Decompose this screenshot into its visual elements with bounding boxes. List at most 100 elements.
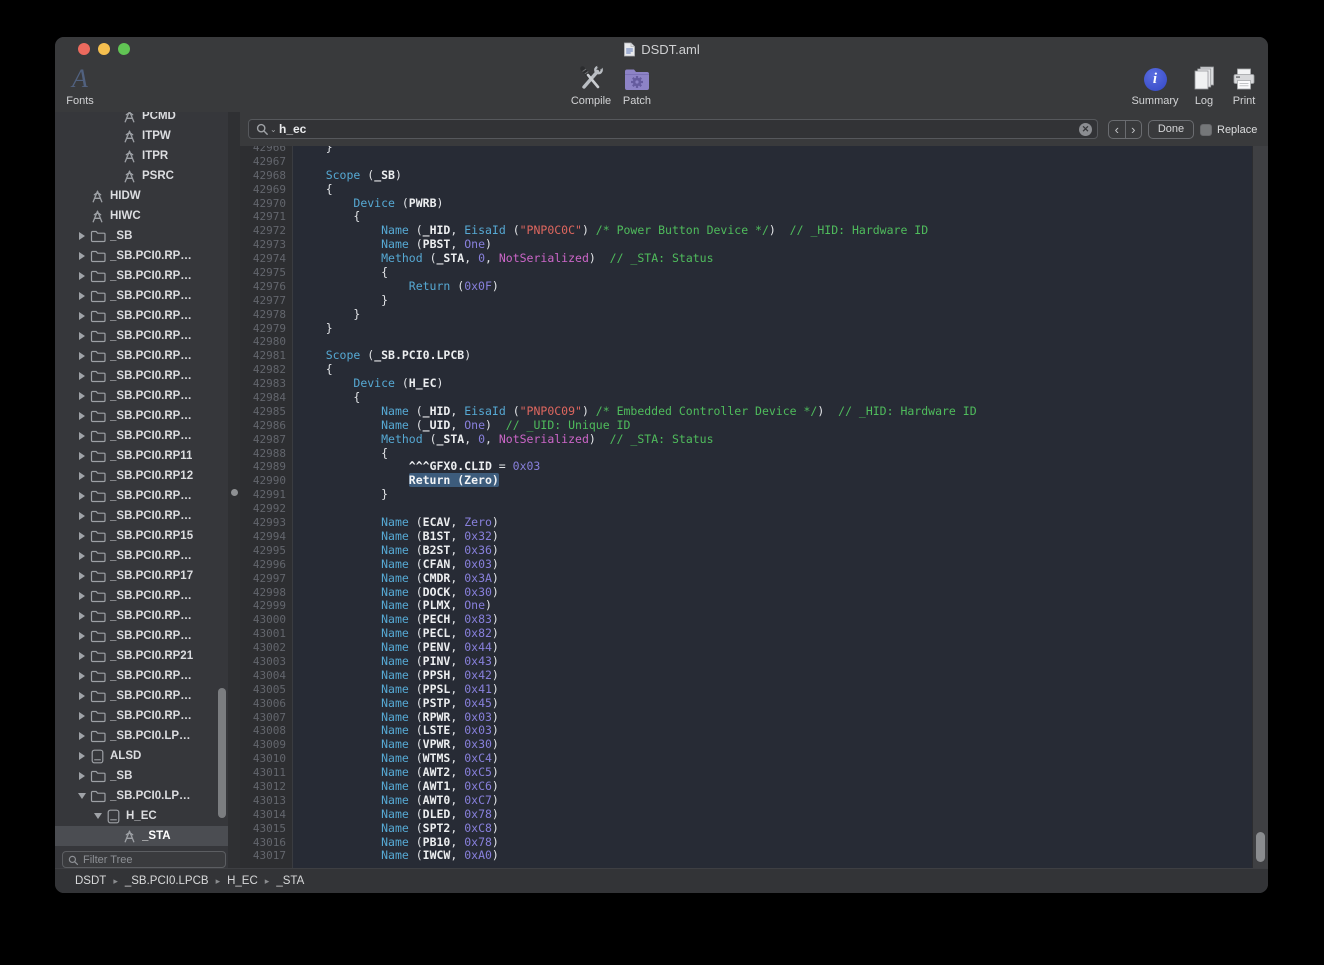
tree-item[interactable]: _SB — [55, 226, 228, 246]
tree-item[interactable]: _SB.PCI0.RP… — [55, 406, 228, 426]
code-line[interactable]: 42978 } — [240, 308, 1252, 322]
tree-item[interactable]: _SB — [55, 766, 228, 786]
fonts-button[interactable]: A Fonts — [55, 63, 109, 109]
disclosure-triangle-icon[interactable] — [75, 746, 89, 766]
code-line[interactable]: 43013 Name (AWT0, 0xC7) — [240, 794, 1252, 808]
tree-item[interactable]: _SB.PCI0.RP11 — [55, 446, 228, 466]
tree-item[interactable]: H_EC — [55, 806, 228, 826]
code-line[interactable]: 42970 Device (PWRB) — [240, 197, 1252, 211]
disclosure-triangle-icon[interactable] — [75, 486, 89, 506]
previous-match-button[interactable]: ‹ — [1109, 121, 1126, 138]
disclosure-triangle-icon[interactable] — [75, 666, 89, 686]
tree-item[interactable]: HIWC — [55, 206, 228, 226]
tree-item[interactable]: _SB.PCI0.RP… — [55, 506, 228, 526]
code-line[interactable]: 42972 Name (_HID, EisaId ("PNP0C0C") /* … — [240, 224, 1252, 238]
code-line[interactable]: 42967 — [240, 155, 1252, 169]
disclosure-triangle-icon[interactable] — [75, 786, 89, 806]
disclosure-triangle-icon[interactable] — [75, 326, 89, 346]
disclosure-triangle-icon[interactable] — [75, 386, 89, 406]
tree-item[interactable]: _SB.PCI0.RP… — [55, 426, 228, 446]
code-line[interactable]: 43002 Name (PENV, 0x44) — [240, 641, 1252, 655]
tree-item[interactable]: PSRC — [55, 166, 228, 186]
code-line[interactable]: 42989 ^^^GFX0.CLID = 0x03 — [240, 460, 1252, 474]
disclosure-triangle-icon[interactable] — [75, 686, 89, 706]
code-line[interactable]: 42998 Name (DOCK, 0x30) — [240, 586, 1252, 600]
code-line[interactable]: 42985 Name (_HID, EisaId ("PNP0C09") /* … — [240, 405, 1252, 419]
tree-item[interactable]: _SB.PCI0.RP… — [55, 306, 228, 326]
code-line[interactable]: 42971 { — [240, 210, 1252, 224]
disclosure-triangle-icon[interactable] — [75, 646, 89, 666]
code-editor[interactable]: 42966 }4296742968 Scope (_SB)42969 {4297… — [240, 146, 1268, 868]
code-line[interactable]: 43007 Name (RPWR, 0x03) — [240, 711, 1252, 725]
disclosure-triangle-icon[interactable] — [75, 266, 89, 286]
tree-item[interactable]: _SB.PCI0.RP15 — [55, 526, 228, 546]
search-field[interactable]: ⌄ ✕ — [248, 119, 1098, 139]
disclosure-triangle-icon[interactable] — [75, 566, 89, 586]
disclosure-triangle-icon[interactable] — [75, 766, 89, 786]
editor-scrollbar-thumb[interactable] — [1256, 832, 1265, 862]
tree-item[interactable]: _SB.PCI0.RP… — [55, 286, 228, 306]
disclosure-triangle-icon[interactable] — [75, 526, 89, 546]
disclosure-triangle-icon[interactable] — [75, 226, 89, 246]
tree-item[interactable]: _SB.PCI0.RP… — [55, 666, 228, 686]
disclosure-triangle-icon[interactable] — [75, 366, 89, 386]
disclosure-triangle-icon[interactable] — [75, 466, 89, 486]
code-line[interactable]: 42966 } — [240, 146, 1252, 155]
code-line[interactable]: 42994 Name (B1ST, 0x32) — [240, 530, 1252, 544]
code-line[interactable]: 42981 Scope (_SB.PCI0.LPCB) — [240, 349, 1252, 363]
code-line[interactable]: 42983 Device (H_EC) — [240, 377, 1252, 391]
code-line[interactable]: 43000 Name (PECH, 0x83) — [240, 613, 1252, 627]
code-line[interactable]: 42973 Name (PBST, One) — [240, 238, 1252, 252]
breadcrumb-item[interactable]: H_EC — [227, 875, 258, 887]
disclosure-triangle-icon[interactable] — [75, 446, 89, 466]
disclosure-triangle-icon[interactable] — [75, 306, 89, 326]
editor-scrollbar-track[interactable] — [1252, 146, 1268, 868]
sidebar-scrollbar-thumb[interactable] — [218, 688, 226, 818]
disclosure-triangle-icon[interactable] — [75, 546, 89, 566]
disclosure-triangle-icon[interactable] — [75, 246, 89, 266]
code-line[interactable]: 42987 Method (_STA, 0, NotSerialized) //… — [240, 433, 1252, 447]
tree-item[interactable]: _SB.PCI0.RP12 — [55, 466, 228, 486]
code-line[interactable]: 42984 { — [240, 391, 1252, 405]
code-line[interactable]: 42986 Name (_UID, One) // _UID: Unique I… — [240, 419, 1252, 433]
tree-item[interactable]: _SB.PCI0.RP… — [55, 586, 228, 606]
done-button[interactable]: Done — [1148, 120, 1194, 139]
code-line[interactable]: 43015 Name (SPT2, 0xC8) — [240, 822, 1252, 836]
code-line[interactable]: 43011 Name (AWT2, 0xC5) — [240, 766, 1252, 780]
tree-item[interactable]: _SB.PCI0.RP… — [55, 386, 228, 406]
tree-item[interactable]: _SB.PCI0.RP… — [55, 326, 228, 346]
tree-item[interactable]: HIDW — [55, 186, 228, 206]
tree-item[interactable]: _SB.PCI0.RP… — [55, 486, 228, 506]
breadcrumb-item[interactable]: DSDT — [75, 875, 106, 887]
code-line[interactable]: 43005 Name (PPSL, 0x41) — [240, 683, 1252, 697]
code-line[interactable]: 43016 Name (PB10, 0x78) — [240, 836, 1252, 850]
tree-item[interactable]: _SB.PCI0.LP… — [55, 786, 228, 806]
tree-item[interactable]: _STA — [55, 826, 228, 846]
code-line[interactable]: 42975 { — [240, 266, 1252, 280]
replace-checkbox[interactable] — [1200, 124, 1212, 136]
code-line[interactable]: 43008 Name (LSTE, 0x03) — [240, 724, 1252, 738]
code-line[interactable]: 42969 { — [240, 183, 1252, 197]
breadcrumb-item[interactable]: _STA — [276, 875, 304, 887]
tree-item[interactable]: ITPW — [55, 126, 228, 146]
tree-item[interactable]: _SB.PCI0.RP17 — [55, 566, 228, 586]
tree-item[interactable]: _SB.PCI0.RP… — [55, 266, 228, 286]
disclosure-triangle-icon[interactable] — [75, 726, 89, 746]
code-line[interactable]: 43006 Name (PSTP, 0x45) — [240, 697, 1252, 711]
tree-item[interactable]: ALSD — [55, 746, 228, 766]
code-line[interactable]: 42991 } — [240, 488, 1252, 502]
tree-item[interactable]: _SB.PCI0.RP21 — [55, 646, 228, 666]
code-line[interactable]: 42976 Return (0x0F) — [240, 280, 1252, 294]
code-line[interactable]: 43012 Name (AWT1, 0xC6) — [240, 780, 1252, 794]
tree-item[interactable]: _SB.PCI0.RP… — [55, 366, 228, 386]
search-icon[interactable] — [256, 123, 269, 136]
tree-item[interactable]: _SB.PCI0.RP… — [55, 626, 228, 646]
tree-item[interactable]: _SB.PCI0.RP… — [55, 246, 228, 266]
code-line[interactable]: 43010 Name (WTMS, 0xC4) — [240, 752, 1252, 766]
code-line[interactable]: 42968 Scope (_SB) — [240, 169, 1252, 183]
code-line[interactable]: 42980 — [240, 335, 1252, 349]
summary-button[interactable]: i Summary — [1125, 63, 1185, 109]
patch-button[interactable]: Patch — [607, 63, 667, 109]
code-line[interactable]: 42979 } — [240, 322, 1252, 336]
tree-item[interactable]: _SB.PCI0.LP… — [55, 726, 228, 746]
